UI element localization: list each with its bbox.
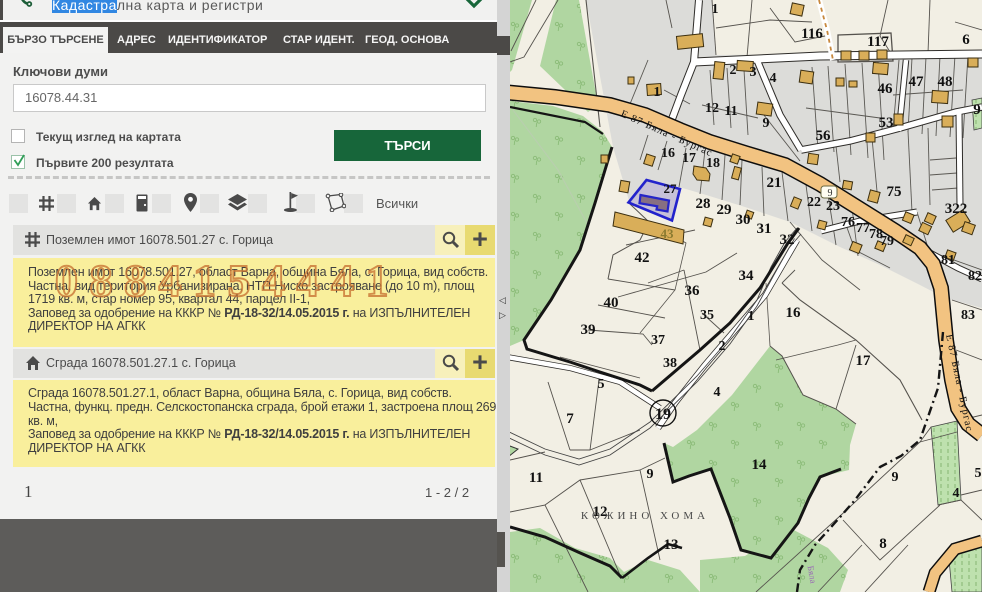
svg-text:34: 34: [739, 268, 755, 284]
svg-text:46: 46: [878, 81, 894, 97]
svg-text:48: 48: [938, 74, 953, 90]
svg-text:16: 16: [661, 146, 675, 161]
svg-text:12: 12: [705, 101, 719, 116]
svg-text:56: 56: [816, 128, 832, 144]
svg-text:37: 37: [651, 333, 665, 348]
svg-text:17: 17: [856, 353, 872, 369]
svg-text:32: 32: [780, 232, 795, 248]
svg-text:21: 21: [767, 175, 782, 191]
svg-text:27: 27: [664, 181, 678, 196]
svg-text:116: 116: [801, 26, 823, 42]
svg-text:5: 5: [975, 466, 982, 481]
svg-text:9: 9: [828, 188, 833, 199]
svg-text:9: 9: [647, 467, 654, 482]
svg-text:81: 81: [941, 253, 955, 268]
svg-text:4: 4: [953, 486, 960, 501]
svg-text:7: 7: [566, 411, 574, 427]
svg-text:28: 28: [696, 196, 711, 212]
svg-text:76: 76: [841, 215, 855, 230]
svg-text:79: 79: [880, 234, 894, 249]
svg-text:29: 29: [717, 202, 732, 218]
svg-text:9: 9: [892, 470, 899, 485]
svg-text:30: 30: [736, 212, 751, 228]
svg-text:19: 19: [655, 406, 671, 423]
svg-text:4: 4: [714, 385, 721, 400]
svg-text:14: 14: [752, 457, 768, 473]
svg-text:8: 8: [879, 536, 887, 552]
svg-text:11: 11: [529, 470, 543, 486]
svg-text:23: 23: [826, 199, 840, 214]
svg-text:39: 39: [581, 322, 596, 338]
svg-text:36: 36: [685, 283, 701, 299]
svg-text:83: 83: [961, 308, 975, 323]
svg-text:38: 38: [663, 356, 677, 371]
svg-text:6: 6: [962, 32, 970, 48]
svg-text:2: 2: [730, 63, 737, 78]
svg-text:5: 5: [598, 377, 605, 392]
svg-text:117: 117: [867, 34, 889, 50]
svg-text:40: 40: [604, 295, 619, 311]
svg-text:11: 11: [724, 104, 737, 119]
svg-text:1: 1: [654, 85, 661, 100]
svg-text:2: 2: [719, 339, 726, 354]
svg-text:4: 4: [770, 71, 777, 86]
svg-text:82: 82: [968, 269, 982, 284]
svg-text:53: 53: [879, 115, 894, 131]
svg-text:1: 1: [712, 2, 719, 17]
svg-text:22: 22: [807, 195, 821, 210]
svg-text:35: 35: [700, 308, 714, 323]
svg-text:17: 17: [682, 151, 696, 166]
svg-text:КОЖИНО ХОМА: КОЖИНО ХОМА: [581, 510, 709, 522]
svg-text:31: 31: [757, 221, 772, 237]
svg-text:47: 47: [909, 74, 925, 90]
svg-text:3: 3: [750, 65, 757, 80]
svg-text:1: 1: [748, 309, 755, 324]
svg-text:13: 13: [664, 537, 679, 553]
svg-text:42: 42: [635, 250, 650, 266]
svg-text:322: 322: [945, 201, 968, 217]
svg-text:75: 75: [887, 184, 902, 200]
svg-text:16: 16: [786, 305, 802, 321]
svg-text:9: 9: [763, 116, 770, 131]
svg-text:43: 43: [661, 226, 675, 241]
svg-text:77: 77: [856, 221, 870, 236]
svg-text:9: 9: [973, 102, 981, 118]
